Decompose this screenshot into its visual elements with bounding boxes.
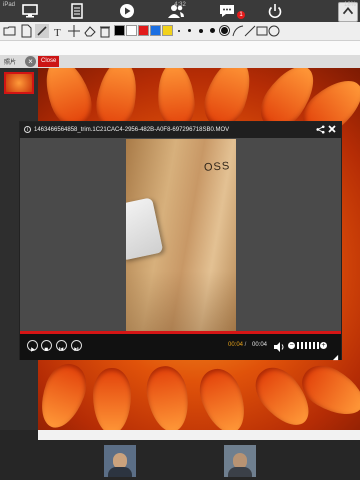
circle-icon[interactable] [267,24,281,38]
dialog-header: i 1463466564858_trim.1C21CAC4-2956-482B-… [20,122,341,138]
battery-label: 18% [343,2,356,8]
next-icon[interactable] [71,340,82,351]
stop-icon[interactable] [41,340,52,351]
pen-icon[interactable] [35,24,49,38]
eraser-icon[interactable] [83,24,97,38]
video-title: 1463466564858_trim.1C21CAC4-2956-482B-A0… [34,127,230,133]
stroke-size-l[interactable] [210,28,215,33]
canvas-bottom-edge [38,430,360,440]
color-swatch-blue[interactable] [150,25,161,36]
color-swatch-black[interactable] [114,25,125,36]
status-bar: iPad 4:32 18% [0,0,360,10]
expand-icon[interactable] [332,348,339,366]
stroke-size-xs[interactable] [178,30,180,32]
participant-video-2[interactable] [224,445,256,477]
share-icon[interactable] [316,125,325,141]
tab-photos[interactable]: 照片 [4,57,16,66]
time-total: 00:04 [252,342,268,348]
video-controls: 00:04 / 00:04 − + [20,334,341,361]
toolbar-spacer [0,41,360,55]
video-frame-imprint: OSS [203,160,231,174]
play-icon[interactable] [27,340,38,352]
svg-text:T: T [54,27,61,38]
participant-body [228,467,252,477]
photo-petal [192,363,254,430]
close-button[interactable]: Close [38,56,60,67]
participant-video-1[interactable] [104,445,136,477]
trash-icon[interactable] [98,24,112,38]
volume-level-bars[interactable] [297,342,319,349]
stroke-size-s[interactable] [188,29,191,32]
tab-bar: 照片 × Close [0,55,360,68]
color-swatch-yellow[interactable] [162,25,173,36]
photo-petal [38,358,94,430]
color-swatch-white[interactable] [126,25,137,36]
volume-down-icon[interactable]: − [288,342,295,349]
clock: 4:32 [174,2,186,8]
volume-up-icon[interactable]: + [320,342,327,349]
info-icon[interactable]: i [24,126,31,133]
participant-body [108,467,132,477]
page-thumbnail[interactable] [4,72,34,94]
previous-icon[interactable] [56,340,67,351]
photo-petal [93,368,131,430]
move-icon[interactable] [67,24,81,38]
dialog-close-icon[interactable] [327,123,337,139]
text-icon[interactable]: T [51,24,65,39]
folder-icon[interactable] [3,24,17,38]
stroke-size-xl[interactable] [221,27,228,34]
time-separator: / [243,342,249,348]
tab-close-icon[interactable]: × [25,56,36,67]
color-swatch-red[interactable] [138,25,149,36]
video-frame[interactable]: OSS [126,139,236,331]
video-player-dialog: i 1463466564858_trim.1C21CAC4-2956-482B-… [19,121,342,361]
volume-icon[interactable] [273,340,285,358]
stroke-size-m[interactable] [199,29,203,33]
thumbnail-image [6,74,32,92]
time-current: 00:04 [228,342,244,348]
notification-badge: 1 [237,11,245,19]
new-page-icon[interactable] [19,24,33,38]
video-frame-shade [126,271,236,331]
video-frame-phone [126,197,164,261]
photo-petal [142,363,194,430]
drawing-toolbar: T [0,22,360,41]
